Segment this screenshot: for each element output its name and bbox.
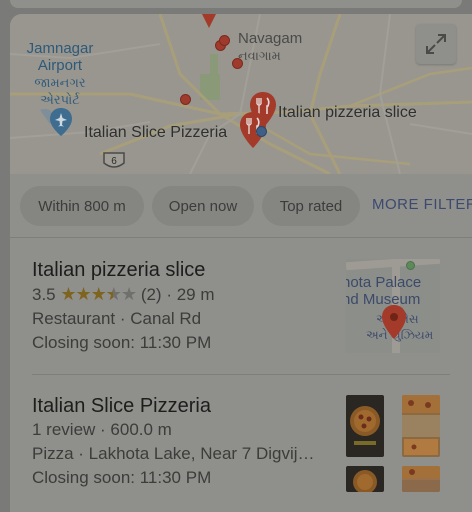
previous-card-edge	[10, 0, 462, 8]
filter-chip-top-rated[interactable]: Top rated	[262, 186, 360, 226]
result-photo[interactable]	[402, 466, 440, 492]
result-dot[interactable]	[232, 58, 243, 69]
current-location-icon	[256, 126, 267, 137]
rating-value: 3.5	[32, 285, 56, 304]
highway-shield-icon: 6	[103, 152, 125, 168]
pizzeria-slice-map-label[interactable]: Italian pizzeria slice	[278, 104, 417, 121]
expand-map-button[interactable]	[416, 24, 456, 64]
result-reviews-distance: 1 review · 600.0 m	[32, 420, 172, 439]
navagam-label: Navagam નવાગામ	[238, 30, 303, 63]
result-distance: · 29 m	[166, 285, 215, 304]
result-map-thumbnail[interactable]: hota Palace nd Museum અ પેલેસ અને યુઝિયમ	[346, 259, 440, 353]
filter-chip-open-now[interactable]: Open now	[152, 186, 254, 226]
expand-icon	[426, 34, 446, 54]
slice-pizzeria-map-label[interactable]: Italian Slice Pizzeria	[84, 124, 227, 141]
location-pin-icon	[382, 305, 406, 339]
star-rating-icon: ★★★★★★	[60, 284, 137, 304]
result-photo[interactable]	[346, 466, 384, 492]
local-results-card: Jamnagar Airport જામનગર એરપોર્ટ Navagam …	[10, 14, 472, 512]
result-name[interactable]: Italian Slice Pizzeria	[32, 394, 450, 418]
result-dot[interactable]	[180, 94, 191, 105]
pizza-logo-icon	[353, 470, 377, 492]
airport-pin-icon[interactable]	[50, 108, 72, 136]
filter-bar: Within 800 m Open now Top rated MORE FIL…	[10, 174, 472, 238]
result-divider	[32, 374, 450, 375]
thumb-label: hota Palace	[346, 274, 422, 291]
svg-text:6: 6	[111, 156, 117, 167]
filter-chip-within-800m[interactable]: Within 800 m	[20, 186, 144, 226]
review-count[interactable]: (2)	[141, 285, 162, 304]
result-hours: Closing soon: 11:30 PM	[32, 468, 212, 487]
airport-label: Jamnagar Airport જામનગર એરપોર્ટ	[26, 40, 94, 107]
result-photo[interactable]	[346, 395, 384, 457]
pizza-photo-icon	[402, 466, 440, 492]
pizza-logo-icon	[350, 406, 380, 445]
more-filters-button[interactable]: MORE FILTERS	[372, 196, 472, 213]
pizza-photo-icon	[402, 395, 440, 455]
result-dot[interactable]	[219, 35, 230, 46]
result-photo[interactable]	[402, 395, 440, 457]
result-item[interactable]: Italian Slice Pizzeria 1 review · 600.0 …	[32, 394, 450, 490]
results-map[interactable]: Jamnagar Airport જામનગર એરપોર્ટ Navagam …	[10, 14, 472, 174]
restaurant-pin-icon[interactable]	[198, 14, 220, 30]
result-category: Pizza · Lakhota Lake, Near 7 Digvij…	[32, 444, 315, 463]
park-icon	[406, 261, 415, 270]
